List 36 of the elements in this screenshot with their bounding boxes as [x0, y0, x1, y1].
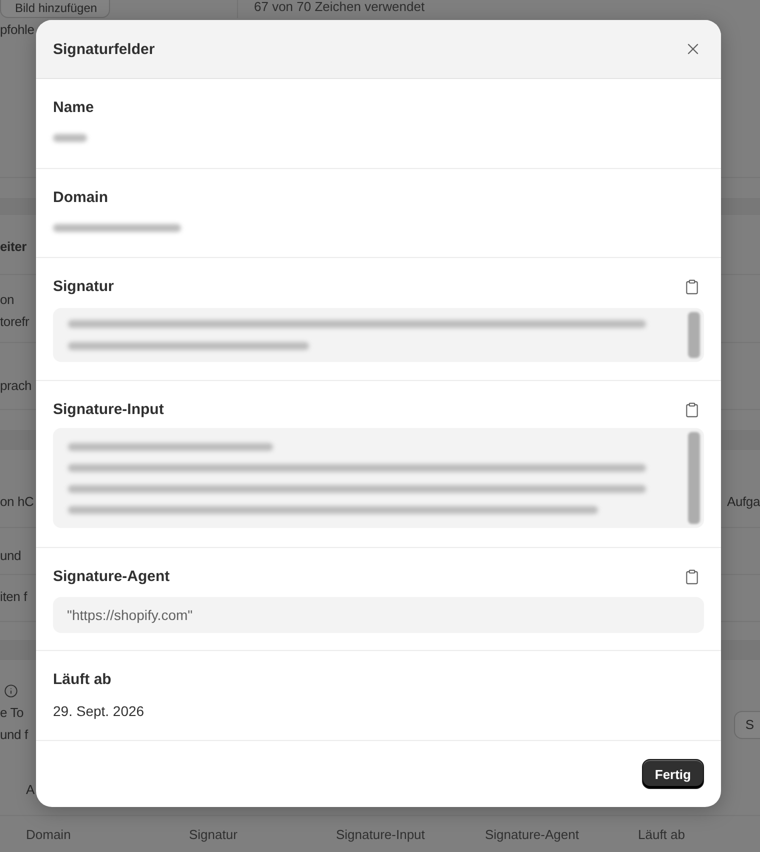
background-text: A: [26, 781, 34, 799]
background-text: torefr: [0, 313, 30, 331]
field-label: Signature-Input: [53, 401, 164, 419]
expiry-date: 29. Sept. 2026: [53, 702, 144, 721]
scrollbar[interactable]: [688, 312, 700, 358]
background-text: und: [0, 547, 22, 565]
background-text: Aufga: [727, 493, 760, 511]
field-label: Signatur: [53, 278, 114, 296]
background-text: iten f: [0, 588, 27, 606]
column-heading[interactable]: Signature-Input: [336, 826, 485, 842]
column-heading[interactable]: Domain: [26, 826, 189, 842]
column-heading[interactable]: Läuft ab: [638, 826, 760, 842]
character-count: 67 von 70 Zeichen verwendet: [254, 0, 425, 14]
side-button[interactable]: S: [734, 711, 760, 739]
field-label: Domain: [53, 189, 108, 207]
section-heading: eiter: [0, 238, 26, 256]
done-button[interactable]: Fertig: [642, 759, 704, 789]
background-text: on: [0, 291, 14, 309]
text-field[interactable]: "https://shopify.com": [53, 597, 704, 633]
background-text: und f: [0, 726, 28, 744]
clipboard-icon[interactable]: [684, 569, 700, 585]
dialog-title: Signaturfelder: [53, 40, 155, 58]
clipboard-icon[interactable]: [684, 402, 700, 418]
column-heading[interactable]: Signature-Agent: [485, 826, 638, 842]
column-heading[interactable]: Signatur: [189, 826, 336, 842]
field-label: Signature-Agent: [53, 568, 170, 586]
background-text: e To: [0, 704, 24, 722]
field-label: Name: [53, 99, 94, 117]
info-icon: [4, 684, 18, 698]
background-text: on hC: [0, 493, 34, 511]
scrollbar[interactable]: [688, 432, 700, 524]
background-text: prach: [0, 377, 32, 395]
background-text: pfohle: [0, 21, 34, 39]
clipboard-icon[interactable]: [684, 279, 700, 295]
add-image-button[interactable]: Bild hinzufügen: [0, 0, 110, 18]
field-label: Läuft ab: [53, 671, 112, 689]
